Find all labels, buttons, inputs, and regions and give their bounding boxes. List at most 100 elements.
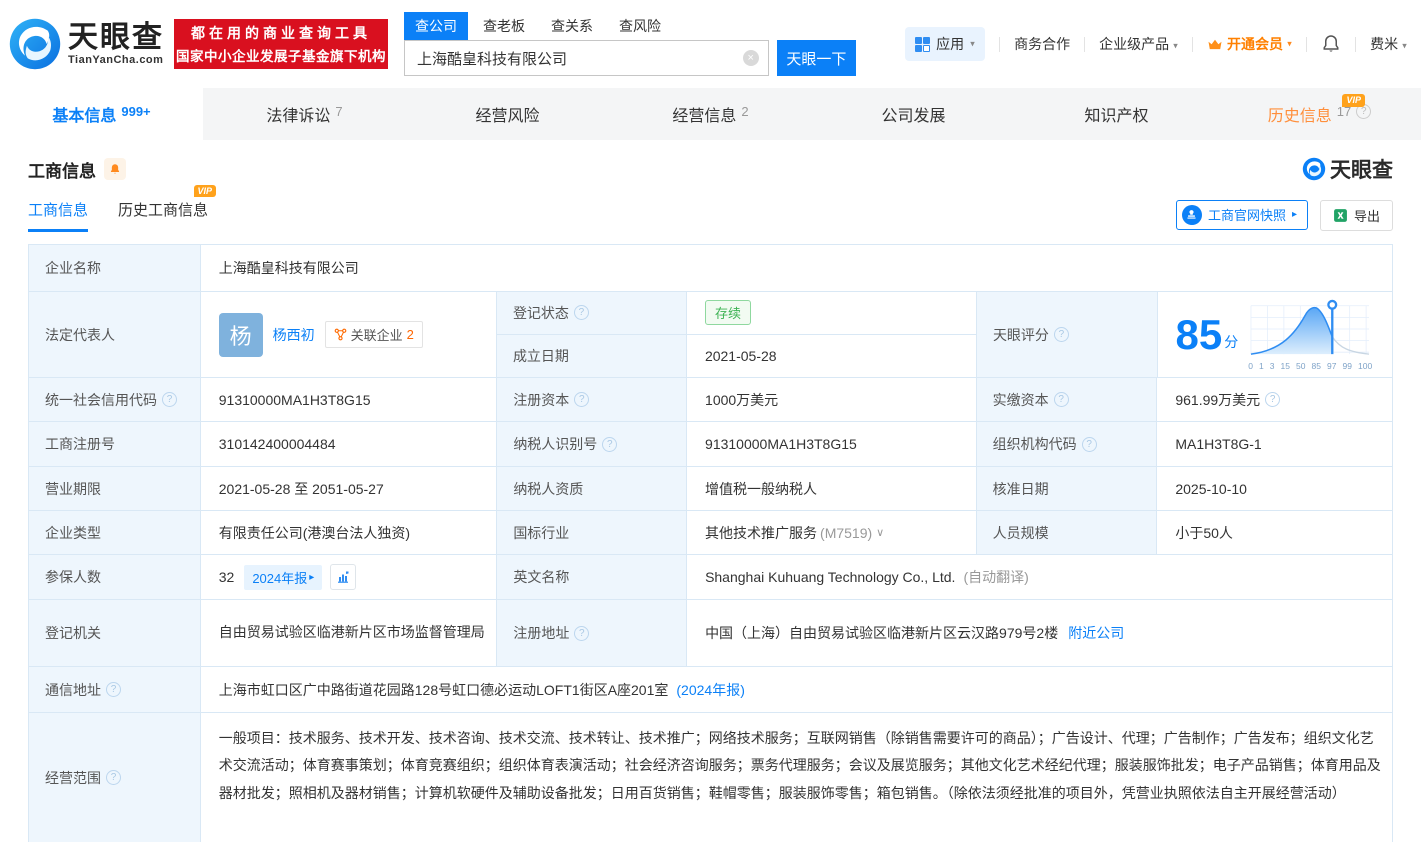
industry-value[interactable]: 其他技术推广服务 (M7519) [687, 511, 977, 554]
official-snapshot-button[interactable]: 工商官网快照 [1176, 200, 1308, 230]
tab-count: 999+ [121, 104, 150, 119]
company-type-value: 有限责任公司(港澳台法人独资) [201, 511, 498, 554]
reg-status-label: 登记状态 [513, 303, 569, 323]
field-label: 注册地址 [497, 600, 687, 666]
tab-business-info[interactable]: 经营信息 2 [609, 88, 812, 140]
field-label: 经营范围 [29, 713, 201, 842]
help-icon[interactable] [1054, 392, 1069, 407]
help-icon[interactable] [106, 770, 121, 785]
tab-label: 知识产权 [1084, 102, 1148, 126]
banner-line2: 国家中小企业发展子基金旗下机构 [176, 45, 386, 65]
tyc-score-cell[interactable]: 85 分 [1158, 292, 1392, 377]
notification-bell-icon[interactable] [1321, 34, 1341, 54]
menu-enterprise[interactable]: 企业级产品 [1099, 34, 1178, 54]
tab-business-risk[interactable]: 经营风险 [406, 88, 609, 140]
search-tab-company[interactable]: 查公司 [404, 12, 468, 40]
promo-banner: 都在用的商业查询工具 国家中小企业发展子基金旗下机构 [174, 19, 388, 69]
help-icon[interactable] [1054, 327, 1069, 342]
watermark-swirl-icon [1302, 157, 1326, 181]
annual-report-link[interactable]: (2024年报) [676, 680, 744, 700]
tab-legal[interactable]: 法律诉讼 7 [203, 88, 406, 140]
subtab-business-info[interactable]: 工商信息 [28, 199, 88, 232]
company-nav-tabs: 基本信息 999+ 法律诉讼 7 经营风险 经营信息 2 公司发展 知识产权 V… [0, 88, 1421, 140]
tab-label: 法律诉讼 [266, 102, 330, 126]
field-label: 英文名称 [497, 555, 687, 599]
divider [999, 37, 1000, 52]
table-row: 统一社会信用代码 91310000MA1H3T8G15 注册资本 1000万美元… [29, 378, 1392, 422]
insured-count-cell: 32 2024年报 [201, 555, 498, 599]
logo-swirl-icon [8, 17, 62, 71]
help-icon[interactable] [574, 626, 589, 641]
score-distribution-chart: 01 315 5085 9799 100 [1246, 298, 1374, 371]
search-tab-risk[interactable]: 查风险 [608, 12, 672, 40]
menu-cooperation[interactable]: 商务合作 [1014, 34, 1070, 54]
vip-badge: VIP [194, 185, 217, 198]
field-label: 工商注册号 [29, 422, 201, 466]
approval-date-value: 2025-10-10 [1157, 467, 1392, 510]
help-icon[interactable] [106, 682, 121, 697]
tab-company-development[interactable]: 公司发展 [812, 88, 1015, 140]
field-label: 纳税人资质 [497, 467, 687, 510]
chevron-down-icon[interactable] [876, 526, 884, 539]
auto-translate-note: (自动翻译) [963, 567, 1028, 587]
subtab-history-business-info[interactable]: VIP 历史工商信息 [118, 199, 208, 232]
search-input[interactable] [404, 40, 769, 76]
excel-icon [1333, 208, 1348, 223]
tab-count: 2 [741, 104, 748, 119]
vip-label: 开通会员 [1227, 34, 1283, 54]
divider [1192, 37, 1193, 52]
help-icon[interactable] [1082, 437, 1097, 452]
site-header: 天眼查 TianYanCha.com 都在用的商业查询工具 国家中小企业发展子基… [0, 0, 1421, 88]
tab-intellectual-property[interactable]: 知识产权 [1015, 88, 1218, 140]
annual-report-badge[interactable]: 2024年报 [244, 565, 322, 590]
divider [1084, 37, 1085, 52]
field-label: 成立日期 [497, 335, 687, 378]
arrow-right-icon [1292, 209, 1297, 220]
chevron-down-icon [1287, 39, 1292, 49]
tianyancha-logo[interactable]: 天眼查 TianYanCha.com [8, 17, 164, 71]
tab-history-info[interactable]: VIP 历史信息 17 [1218, 88, 1421, 140]
table-row: 工商注册号 310142400004484 纳税人识别号 91310000MA1… [29, 422, 1392, 467]
legal-rep-link[interactable]: 杨西初 [273, 325, 315, 345]
related-label: 关联企业 [351, 325, 403, 344]
establish-date-value: 2021-05-28 [687, 335, 977, 378]
help-icon[interactable] [574, 305, 589, 320]
tab-label: 历史信息 [1268, 102, 1332, 126]
chevron-down-icon [1173, 42, 1178, 52]
watermark-text: 天眼查 [1330, 154, 1393, 184]
help-icon[interactable] [602, 437, 617, 452]
chevron-down-icon [970, 39, 975, 49]
stamp-icon [1182, 205, 1202, 225]
industry-code: (M7519) [820, 525, 872, 541]
nearby-companies-link[interactable]: 附近公司 [1068, 623, 1124, 643]
table-row: 经营范围 一般项目：技术服务、技术开发、技术咨询、技术交流、技术转让、技术推广；… [29, 713, 1392, 842]
help-icon[interactable] [1265, 392, 1280, 407]
help-icon[interactable] [162, 392, 177, 407]
table-row: 登记机关 自由贸易试验区临港新片区市场监督管理局 注册地址 中国（上海）自由贸易… [29, 600, 1392, 667]
logo-title: 天眼查 [68, 22, 164, 54]
tab-basic-info[interactable]: 基本信息 999+ [0, 88, 203, 140]
search-tabs: 查公司 查老板 查关系 查风险 [404, 12, 856, 40]
subscribe-bell-button[interactable] [104, 158, 126, 180]
trend-chart-button[interactable] [330, 564, 356, 590]
username: 费米 [1370, 36, 1398, 52]
search-button[interactable]: 天眼一下 [777, 40, 856, 76]
avatar[interactable]: 杨 [219, 313, 263, 357]
table-row: 通信地址 上海市虹口区广中路街道花园路128号虹口德必运动LOFT1街区A座20… [29, 667, 1392, 713]
help-icon[interactable] [574, 392, 589, 407]
menu-vip[interactable]: 开通会员 [1207, 34, 1292, 54]
field-label: 通信地址 [29, 667, 201, 712]
business-scope-value: 一般项目：技术服务、技术开发、技术咨询、技术交流、技术转让、技术推广；网络技术服… [201, 713, 1392, 842]
subtab-label: 历史工商信息 [118, 202, 208, 219]
export-button[interactable]: 导出 [1320, 200, 1393, 231]
banner-line1: 都在用的商业查询工具 [191, 23, 371, 43]
field-label: 纳税人识别号 [497, 422, 687, 466]
apps-menu[interactable]: 应用 [905, 27, 985, 61]
user-menu[interactable]: 费米 [1370, 34, 1407, 54]
related-companies-badge[interactable]: 关联企业 2 [325, 321, 423, 348]
bar-chart-icon [336, 570, 350, 584]
search-tab-boss[interactable]: 查老板 [472, 12, 536, 40]
field-label: 登记机关 [29, 600, 201, 666]
clear-icon[interactable] [743, 50, 759, 66]
search-tab-relation[interactable]: 查关系 [540, 12, 604, 40]
